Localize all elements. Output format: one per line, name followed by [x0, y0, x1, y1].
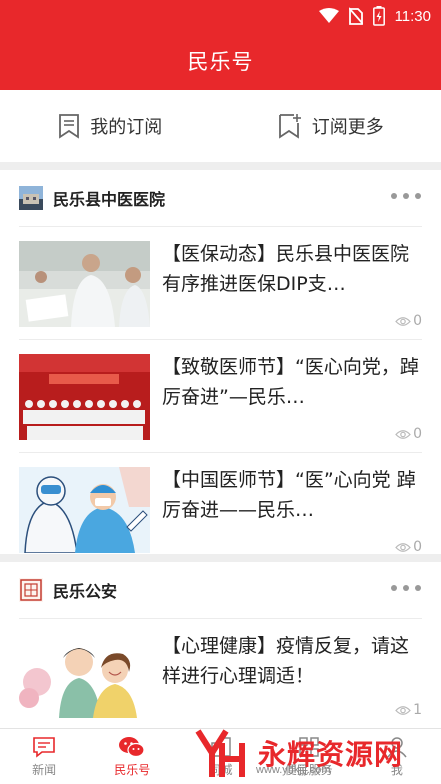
status-icons: 11:30 — [318, 5, 431, 27]
my-subscriptions-label: 我的订阅 — [90, 117, 163, 138]
more-options-icon[interactable] — [391, 186, 421, 206]
list-item[interactable]: 【致敬医师节】“医心向党，踔厉奋进”—民乐… 0 — [19, 339, 422, 452]
feed-header[interactable]: 民乐公安 — [0, 562, 441, 618]
tab-news-label: 新闻 — [32, 763, 57, 777]
watermark-logo-icon — [195, 729, 245, 777]
tab-news[interactable]: 新闻 — [0, 729, 88, 784]
subscription-row: 我的订阅 订阅更多 — [0, 90, 441, 162]
view-count: 0 — [395, 426, 422, 442]
view-count-value: 0 — [413, 426, 422, 442]
bookmark-list-icon — [59, 114, 80, 139]
page-title: 民乐号 — [187, 50, 254, 74]
view-count-value: 0 — [413, 539, 422, 555]
view-count: 1 — [395, 702, 422, 718]
wifi-icon — [318, 8, 339, 23]
watermark-url: www.yhkjjj.com — [256, 764, 331, 776]
eye-icon — [395, 705, 411, 715]
feed-card: 民乐公安 【心理健康】疫情反复，请这样进行心理调适！ 1 — [0, 562, 441, 728]
no-sim-icon — [348, 7, 363, 25]
wechat-icon — [119, 737, 145, 758]
battery-icon — [372, 6, 385, 26]
status-bar: 11:30 — [0, 0, 441, 32]
eye-icon — [395, 542, 411, 552]
more-subscriptions-button[interactable]: 订阅更多 — [221, 90, 441, 162]
article-title: 【中国医师节】“医”心向党 踔厉奋进——民乐… — [162, 469, 416, 521]
eye-icon — [395, 429, 411, 439]
view-count-value: 1 — [413, 702, 422, 718]
bookmark-add-icon — [278, 114, 301, 139]
article-thumbnail — [19, 632, 150, 718]
my-subscriptions-button[interactable]: 我的订阅 — [0, 90, 221, 162]
view-count: 0 — [395, 539, 422, 555]
status-time: 11:30 — [394, 7, 431, 25]
list-item[interactable]: 【心理健康】疫情反复，请这样进行心理调适！ 1 — [19, 618, 422, 728]
view-count: 0 — [395, 313, 422, 329]
tab-minlehao[interactable]: 民乐号 — [88, 729, 176, 784]
view-count-value: 0 — [413, 313, 422, 329]
eye-icon — [395, 316, 411, 326]
article-thumbnail — [19, 354, 150, 440]
police-logo-icon — [19, 578, 43, 602]
hospital-logo-icon — [19, 186, 43, 210]
article-title: 【致敬医师节】“医心向党，踔厉奋进”—民乐… — [162, 356, 419, 408]
list-item[interactable]: 【中国医师节】“医”心向党 踔厉奋进——民乐… 0 — [19, 452, 422, 565]
article-title: 【医保动态】民乐县中医医院有序推进医保DIP支… — [162, 243, 410, 295]
tab-minlehao-label: 民乐号 — [114, 763, 151, 777]
more-options-icon[interactable] — [391, 578, 421, 598]
list-item[interactable]: 【医保动态】民乐县中医医院有序推进医保DIP支… 0 — [19, 226, 422, 339]
app-bar: 民乐号 — [0, 32, 441, 90]
feed-card: 民乐县中医医院 【医保动态】民乐县中医医院有序推进医保DIP支… 0 【致敬医师… — [0, 170, 441, 555]
site-watermark: 永辉资源网 www.yhkjjj.com — [190, 722, 420, 784]
news-icon — [33, 737, 55, 758]
article-thumbnail — [19, 241, 150, 327]
source-name: 民乐公安 — [53, 582, 118, 601]
source-name: 民乐县中医医院 — [53, 190, 166, 209]
article-title: 【心理健康】疫情反复，请这样进行心理调适！ — [162, 635, 410, 687]
article-thumbnail — [19, 467, 150, 553]
feed-header[interactable]: 民乐县中医医院 — [0, 170, 441, 226]
more-subscriptions-label: 订阅更多 — [311, 117, 384, 138]
